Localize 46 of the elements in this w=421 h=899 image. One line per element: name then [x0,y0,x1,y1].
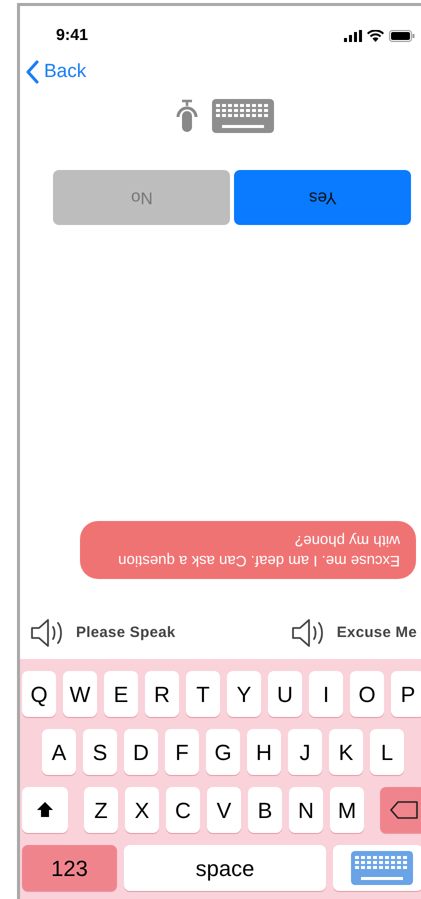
back-button[interactable]: Back [26,58,86,86]
key[interactable]: B [248,787,282,833]
key[interactable]: W [63,671,97,717]
key[interactable]: K [329,729,363,775]
speak-phrase-button[interactable]: Excuse Me [290,618,417,648]
key[interactable]: X [125,787,159,833]
numbers-key[interactable]: 123 [22,845,117,891]
key[interactable]: O [350,671,384,717]
key[interactable]: H [247,729,281,775]
key[interactable]: G [206,729,240,775]
key[interactable]: J [288,729,322,775]
speak-phrase-button[interactable]: Please Speak [30,618,176,648]
key[interactable]: T [186,671,220,717]
message-bubble: Excuse me. I am deaf. Can ask a question with my phone? [80,521,416,579]
battery-icon [389,30,415,42]
keyboard-icon[interactable] [212,99,274,133]
key[interactable]: V [207,787,241,833]
chevron-left-icon [26,60,40,84]
key[interactable]: R [145,671,179,717]
key[interactable]: E [104,671,138,717]
delete-key[interactable] [380,787,421,833]
delete-icon [389,800,419,820]
key[interactable]: M [330,787,364,833]
keyboard-icon[interactable] [351,851,413,885]
key[interactable]: S [83,729,117,775]
key[interactable]: C [166,787,200,833]
keyboard-key[interactable] [333,845,421,891]
key[interactable]: F [165,729,199,775]
status-time: 9:41 [56,26,88,46]
key[interactable]: U [268,671,302,717]
key[interactable]: P [391,671,421,717]
space-key[interactable]: space [124,845,326,891]
microphone-icon[interactable] [176,99,198,133]
key[interactable]: Z [84,787,118,833]
key[interactable]: D [124,729,158,775]
signal-icon [344,30,362,42]
answer-button[interactable]: Yes [234,170,411,225]
key[interactable]: N [289,787,323,833]
key[interactable]: A [42,729,76,775]
shift-icon [36,801,54,819]
key[interactable]: I [309,671,343,717]
key[interactable]: L [370,729,404,775]
shift-key[interactable] [22,787,68,833]
key[interactable]: Y [227,671,261,717]
key[interactable]: Q [22,671,56,717]
wifi-icon [367,30,384,42]
